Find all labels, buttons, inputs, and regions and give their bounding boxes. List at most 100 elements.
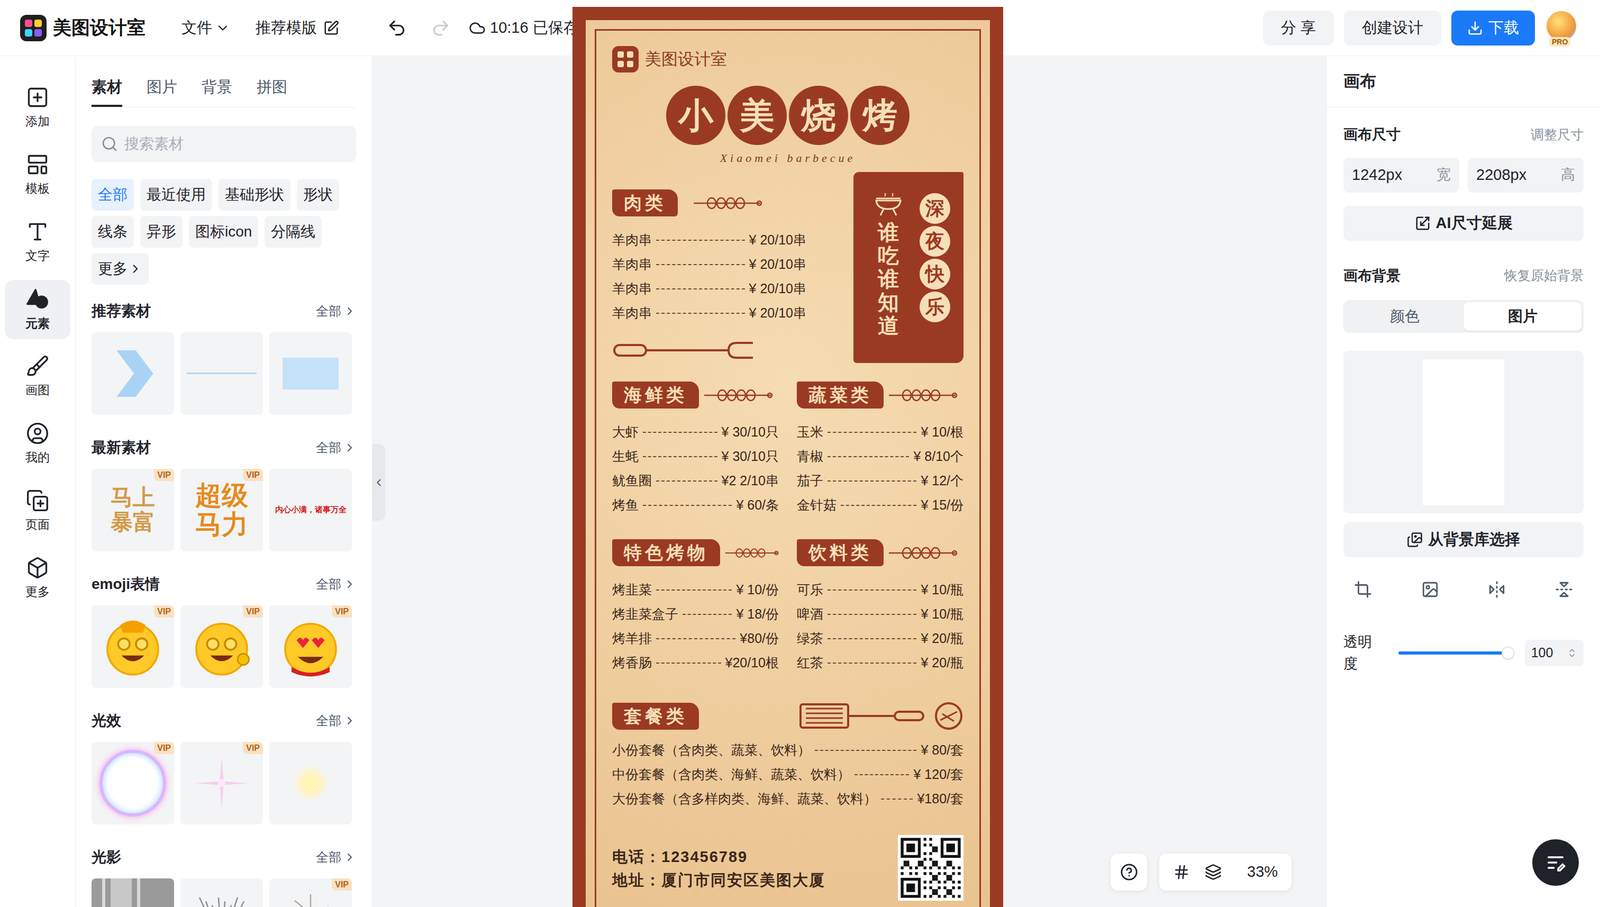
slogan-circle: 乐 <box>919 291 951 323</box>
filter-chip[interactable]: 形状 <box>296 178 340 211</box>
restore-link[interactable]: 恢复原始背景 <box>1504 265 1584 286</box>
section-header-strip: 肉类 <box>612 189 678 217</box>
rail-item[interactable]: 更多 <box>4 548 71 608</box>
filter-chip[interactable]: 基础形状 <box>218 178 291 211</box>
material-thumb[interactable]: VIP <box>91 605 175 688</box>
material-thumb[interactable] <box>180 332 263 415</box>
slogan-box: 谁吃谁知道深夜快乐 <box>853 171 964 363</box>
rail-item[interactable]: 画图 <box>4 347 71 407</box>
chevron-right-icon <box>343 714 357 727</box>
material-thumb[interactable]: 马上暴富VIP <box>91 468 175 552</box>
search-field[interactable]: 搜索素材 <box>91 125 357 162</box>
poster[interactable]: 美图设计室小美烧烤Xiaomei barbecue肉类羊肉串¥ 20/10串羊肉… <box>572 6 1004 907</box>
material-thumb[interactable] <box>180 878 263 907</box>
template-button[interactable]: 推荐模版 <box>255 16 340 40</box>
rail-item[interactable]: 元素 <box>4 279 71 340</box>
sparkle-icon <box>189 751 254 815</box>
bg-mode-option[interactable]: 颜色 <box>1345 302 1464 331</box>
material-thumb[interactable] <box>91 878 175 907</box>
layers-icon[interactable] <box>1204 863 1222 881</box>
material-thumb[interactable] <box>269 741 352 825</box>
set-section: 套餐类小份套餐（含肉类、蔬菜、饮料）¥ 80/套中份套餐（含肉类、海鲜、蔬菜、饮… <box>612 701 964 812</box>
canvas-toolbar: 33% <box>1110 853 1292 891</box>
section-more[interactable]: 全部 <box>315 711 357 731</box>
resize-link[interactable]: 调整尺寸 <box>1530 124 1584 145</box>
contact: 电话：123456789地址：厦门市同安区美图大厦 <box>612 834 964 901</box>
brand-logo-icon <box>20 14 47 42</box>
undo-icon[interactable] <box>386 17 407 39</box>
zoom-level[interactable]: 33% <box>1247 860 1278 884</box>
save-status: 10:16 已保存 <box>468 16 579 40</box>
replace-image-icon[interactable] <box>1421 580 1440 599</box>
flip-vertical-icon[interactable] <box>1555 580 1574 599</box>
section-header-strip: 特色烤物 <box>612 539 721 567</box>
download-button[interactable]: 下载 <box>1451 10 1535 46</box>
material-thumb[interactable]: VIP <box>180 741 263 825</box>
section-more[interactable]: 全部 <box>315 438 357 458</box>
material-section: 最新素材 全部马上暴富VIP超级马力VIP内心小满，诸事万全 <box>91 436 357 552</box>
panel-tab[interactable]: 拼图 <box>256 75 288 107</box>
rail-item[interactable]: 添加 <box>4 78 71 138</box>
size-field[interactable]: 2208px高 <box>1467 157 1584 193</box>
section-more[interactable]: 全部 <box>315 847 357 867</box>
material-panel: 素材图片背景拼图搜索素材全部最近使用基础形状形状线条异形图标icon分隔线更多推… <box>75 56 373 907</box>
elements-icon <box>25 286 50 312</box>
section-title: 最新素材 <box>91 436 151 459</box>
section-more[interactable]: 全部 <box>315 574 357 594</box>
filter-chip[interactable]: 图标icon <box>188 215 259 248</box>
skewer-icon <box>888 544 958 561</box>
material-thumb[interactable] <box>91 332 175 415</box>
rail-item[interactable]: 页面 <box>4 481 71 541</box>
section-more[interactable]: 全部 <box>315 301 357 321</box>
bg-mode-toggle: 颜色图片 <box>1343 300 1584 333</box>
bg-library-button[interactable]: 从背景库选择 <box>1343 522 1584 558</box>
filter-chip[interactable]: 线条 <box>91 215 134 248</box>
collapse-handle[interactable] <box>372 443 386 521</box>
opacity-slider[interactable] <box>1398 651 1508 655</box>
share-button[interactable]: 分 享 <box>1262 10 1334 46</box>
help-button[interactable] <box>1110 853 1148 891</box>
file-menu[interactable]: 文件 <box>181 16 231 40</box>
slogan-circle: 夜 <box>919 225 951 257</box>
draw-icon <box>25 354 50 378</box>
material-thumb[interactable]: VIP <box>180 605 263 688</box>
material-thumb[interactable]: VIP <box>269 605 352 688</box>
filter-chip[interactable]: 最近使用 <box>140 178 213 211</box>
panel-tab[interactable]: 背景 <box>201 75 233 107</box>
avatar[interactable]: PRO <box>1544 9 1580 47</box>
material-thumb[interactable]: 超级马力VIP <box>180 468 263 552</box>
material-thumb[interactable]: VIP <box>91 741 175 825</box>
filter-chip[interactable]: 分隔线 <box>264 215 322 248</box>
size-field[interactable]: 1242px宽 <box>1343 157 1460 193</box>
filter-chip[interactable]: 全部 <box>91 178 134 211</box>
panel-tab[interactable]: 图片 <box>146 75 178 107</box>
menu-section: 蔬菜类玉米¥ 10/根青椒¥ 8/10个茄子¥ 12/个金针菇¥ 15/份 <box>796 381 964 518</box>
vip-badge: VIP <box>242 741 263 754</box>
assistant-button[interactable] <box>1532 839 1579 886</box>
grid-icon[interactable] <box>1173 863 1190 881</box>
material-thumb[interactable]: VIP <box>269 878 352 907</box>
create-design-button[interactable]: 创建设计 <box>1343 10 1442 46</box>
ai-extend-button[interactable]: AI尺寸延展 <box>1343 205 1584 241</box>
menu-section: 海鲜类大虾¥ 30/10只生蚝¥ 30/10只鱿鱼圈¥2 2/10串烤鱼¥ 60… <box>612 381 779 518</box>
crop-icon[interactable] <box>1353 580 1372 599</box>
section-title: 光影 <box>91 846 122 869</box>
brand[interactable]: 美图设计室 <box>20 13 146 42</box>
bg-mode-option[interactable]: 图片 <box>1463 302 1582 331</box>
chip-list: 全部最近使用基础形状形状线条异形图标icon分隔线更多 <box>91 178 357 285</box>
rail-item[interactable]: 文字 <box>4 212 71 272</box>
material-thumb[interactable] <box>269 332 352 415</box>
filter-chip[interactable]: 异形 <box>140 215 183 248</box>
panel-tab[interactable]: 素材 <box>91 75 123 107</box>
address: 地址：厦门市同安区美图大厦 <box>612 868 826 893</box>
material-thumb[interactable]: 内心小满，诸事万全 <box>269 468 352 552</box>
more-chip[interactable]: 更多 <box>91 252 149 285</box>
rail-item[interactable]: 我的 <box>4 414 71 474</box>
menu-item: 烤韭菜¥ 10/份 <box>612 577 779 603</box>
opacity-input[interactable]: 100 <box>1524 639 1584 667</box>
redo-icon[interactable] <box>430 17 451 39</box>
skewer-icon <box>693 195 763 212</box>
flip-horizontal-icon[interactable] <box>1487 580 1506 599</box>
leaf-shadow-icon <box>189 887 254 907</box>
rail-item[interactable]: 模板 <box>4 145 71 205</box>
